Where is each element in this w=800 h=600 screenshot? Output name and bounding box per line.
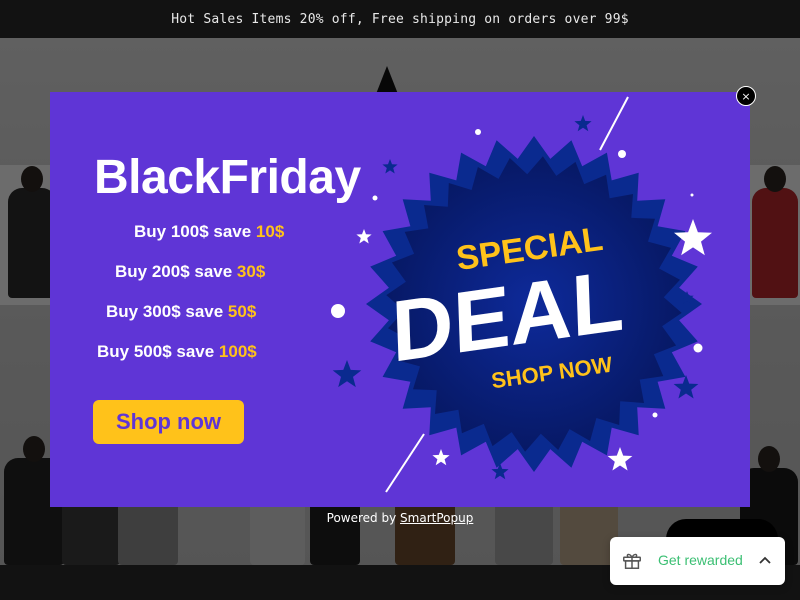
star-icon <box>607 447 633 471</box>
offer-amount: 100$ <box>218 342 257 361</box>
decor-dot <box>331 304 345 318</box>
offer-line: Buy 200$ save 30$ <box>115 262 265 282</box>
offer-line: Buy 100$ save 10$ <box>134 222 284 242</box>
rewards-label: Get rewarded <box>658 552 743 568</box>
star-icon <box>332 360 362 388</box>
special-deal-badge[interactable]: SPECIAL DEAL SHOP NOW <box>320 92 750 507</box>
decor-line <box>385 433 425 493</box>
black-friday-popup: BlackFriday Buy 100$ save 10$ Buy 200$ s… <box>50 92 750 507</box>
star-icon <box>491 463 509 480</box>
star-icon <box>673 375 699 399</box>
shop-now-button[interactable]: Shop now <box>93 400 244 444</box>
star-icon <box>432 449 450 466</box>
offer-text: Buy 500$ save <box>97 342 219 361</box>
close-icon: × <box>741 89 751 103</box>
offer-amount: 50$ <box>227 302 257 321</box>
decor-dot <box>652 412 658 418</box>
decor-dot <box>693 343 703 353</box>
announcement-text: Hot Sales Items 20% off, Free shipping o… <box>171 11 629 27</box>
rewards-widget[interactable]: Get rewarded <box>610 537 785 585</box>
smartpopup-link[interactable]: SmartPopup <box>400 511 473 525</box>
offer-text: Buy 100$ save <box>134 222 256 241</box>
close-popup-button[interactable]: × <box>736 86 756 106</box>
offer-amount: 10$ <box>255 222 285 241</box>
announcement-bar: Hot Sales Items 20% off, Free shipping o… <box>0 0 800 38</box>
decor-dot <box>372 195 378 201</box>
gift-icon <box>623 553 641 569</box>
offer-line: Buy 300$ save 50$ <box>106 302 256 322</box>
star-icon <box>674 219 712 256</box>
decor-dot <box>690 193 694 197</box>
decor-dot <box>618 150 626 158</box>
star-icon <box>382 159 398 174</box>
chevron-up-icon[interactable] <box>758 553 772 567</box>
decor-dot <box>475 129 481 135</box>
offer-line: Buy 500$ save 100$ <box>97 342 257 362</box>
decor-line <box>599 96 629 151</box>
powered-by-prefix: Powered by <box>326 511 401 525</box>
offer-text: Buy 300$ save <box>106 302 228 321</box>
offer-text: Buy 200$ save <box>115 262 237 281</box>
star-icon <box>356 229 372 244</box>
star-icon <box>574 115 592 132</box>
offer-amount: 30$ <box>236 262 266 281</box>
